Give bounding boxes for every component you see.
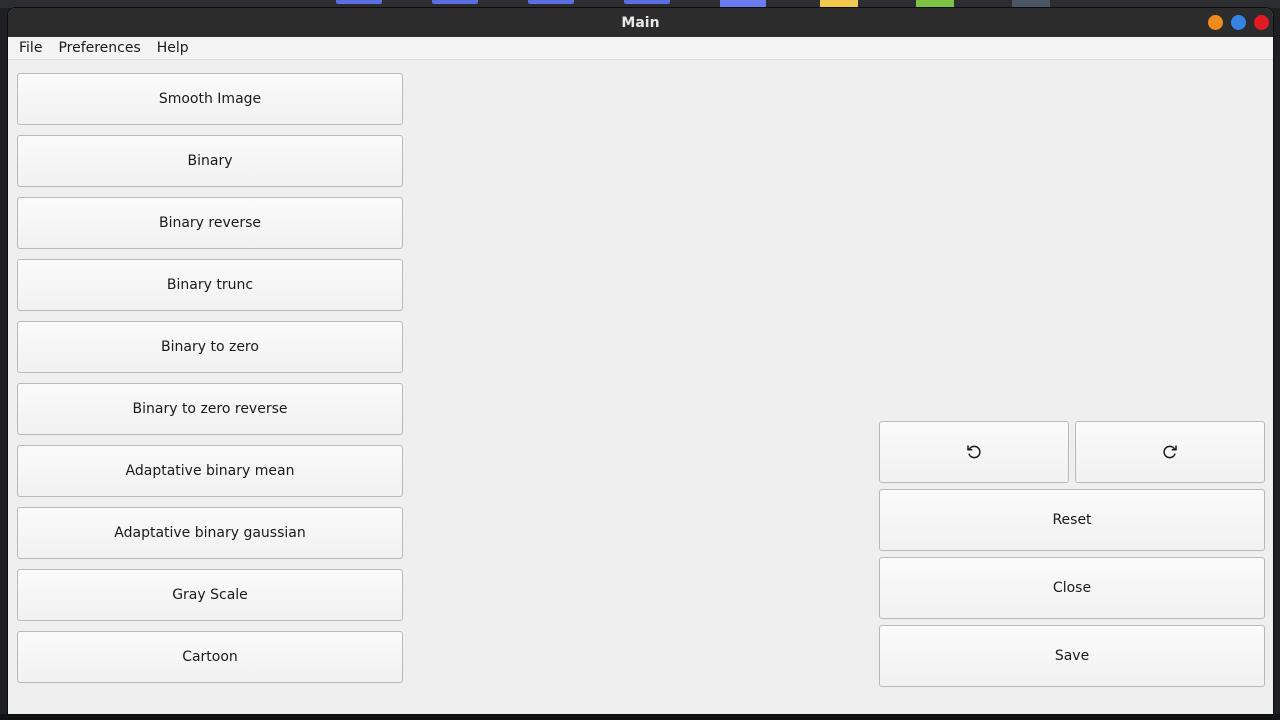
binary-trunc-button[interactable]: Binary trunc (17, 259, 403, 311)
dock-tile (336, 0, 382, 4)
maximize-button[interactable] (1231, 15, 1246, 30)
gray-scale-button[interactable]: Gray Scale (17, 569, 403, 621)
binary-reverse-button[interactable]: Binary reverse (17, 197, 403, 249)
desktop-top-bar (0, 0, 1280, 8)
dock-tile (432, 0, 478, 4)
adaptative-binary-mean-button[interactable]: Adaptative binary mean (17, 445, 403, 497)
dock-tile (720, 0, 766, 8)
close-window-button[interactable] (1254, 15, 1269, 30)
binary-to-zero-reverse-button[interactable]: Binary to zero reverse (17, 383, 403, 435)
menu-bar: File Preferences Help (8, 37, 1273, 60)
desktop-bottom-strip (0, 714, 1280, 720)
cartoon-button[interactable]: Cartoon (17, 631, 403, 683)
smooth-image-button[interactable]: Smooth Image (17, 73, 403, 125)
dock-tile (528, 0, 574, 4)
title-bar[interactable]: Main (8, 8, 1273, 37)
menu-preferences[interactable]: Preferences (50, 40, 148, 56)
window-title: Main (621, 14, 660, 31)
redo-button[interactable] (1075, 421, 1265, 483)
dock-tile (1012, 0, 1050, 8)
binary-button[interactable]: Binary (17, 135, 403, 187)
background-editor-strip (0, 60, 8, 210)
minimize-button[interactable] (1208, 15, 1223, 30)
rotate-left-icon (965, 443, 983, 461)
content-area: Smooth Image Binary Binary reverse Binar… (8, 60, 1273, 714)
reset-button[interactable]: Reset (879, 489, 1265, 551)
rotate-right-icon (1161, 443, 1179, 461)
menu-help[interactable]: Help (149, 40, 197, 56)
dock-tile (916, 0, 954, 8)
dock-tile (820, 0, 858, 8)
dock-tile (624, 0, 670, 4)
adaptative-binary-gaussian-button[interactable]: Adaptative binary gaussian (17, 507, 403, 559)
undo-button[interactable] (879, 421, 1069, 483)
menu-file[interactable]: File (11, 40, 50, 56)
close-button[interactable]: Close (879, 557, 1265, 619)
main-window: Main File Preferences Help Smooth Image … (8, 8, 1273, 714)
binary-to-zero-button[interactable]: Binary to zero (17, 321, 403, 373)
save-button[interactable]: Save (879, 625, 1265, 687)
window-controls (1208, 15, 1269, 30)
